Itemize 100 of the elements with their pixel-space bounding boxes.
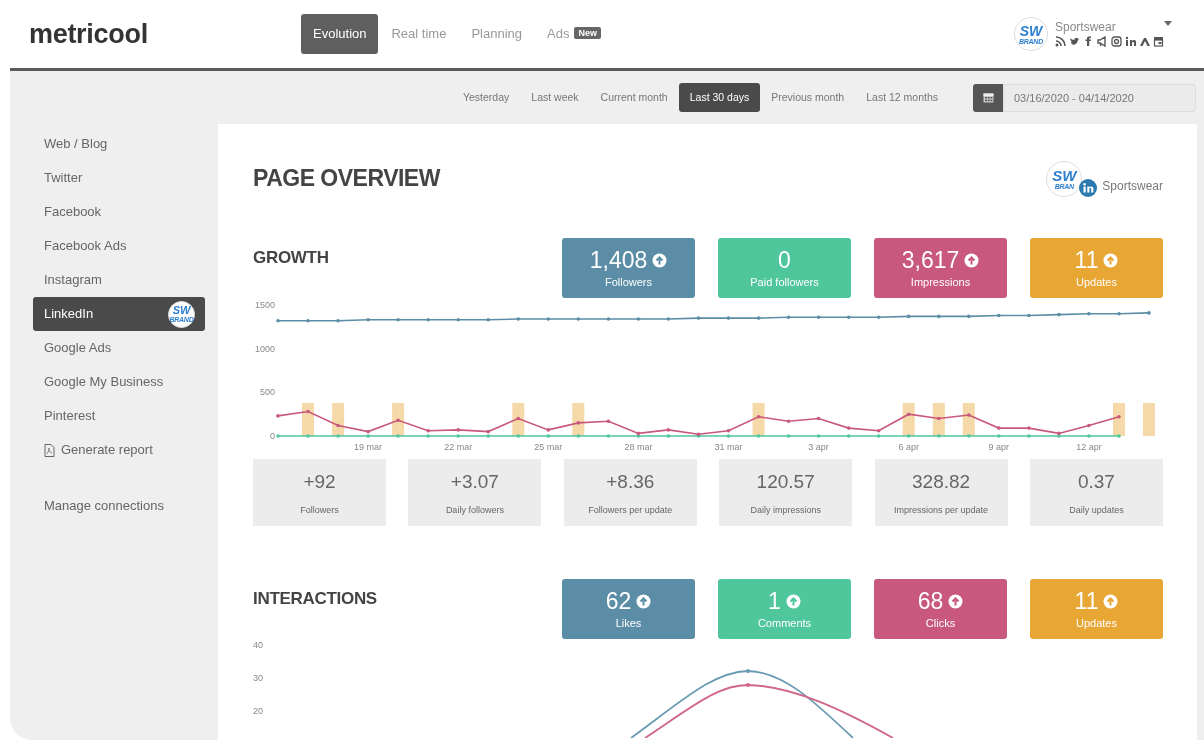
point: [726, 316, 731, 320]
metric-label: Daily impressions: [750, 504, 821, 517]
caret-icon[interactable]: [1164, 21, 1172, 26]
axis-label: 1000: [254, 343, 275, 354]
period-tab[interactable]: Last week: [520, 82, 590, 113]
point: [1117, 434, 1121, 438]
point: [997, 434, 1001, 438]
nav-tab[interactable]: Evolution: [301, 14, 379, 54]
calendar-icon: [982, 92, 994, 103]
point: [336, 423, 340, 428]
logo[interactable]: metricool: [29, 13, 301, 55]
point: [997, 426, 1001, 430]
point: [456, 428, 460, 432]
nav-tab[interactable]: Planning: [459, 14, 534, 54]
point: [546, 434, 551, 438]
point: [906, 412, 911, 416]
point: [306, 318, 310, 323]
axis-label: 20: [253, 706, 263, 716]
point: [906, 434, 911, 438]
nav-tab[interactable]: Real time: [379, 14, 459, 54]
generate-report-link[interactable]: Generate report: [10, 433, 218, 467]
point: [1087, 311, 1091, 316]
date-range-field[interactable]: 03/16/2020 - 04/14/2020: [1003, 83, 1196, 112]
point: [486, 318, 490, 322]
sidebar-item[interactable]: Facebook: [10, 195, 218, 229]
period-tab[interactable]: Yesterday: [452, 82, 521, 113]
point: [1027, 426, 1031, 430]
peak-icon: [1139, 36, 1150, 47]
point: [967, 434, 971, 438]
point: [696, 316, 701, 320]
axis-label: 6 apr: [898, 442, 919, 452]
metric-value: 328.82: [912, 469, 971, 494]
stat-value: 11: [1074, 248, 1099, 272]
sidebar-item[interactable]: Web / Blog: [10, 127, 218, 161]
point: [516, 317, 521, 321]
axis-label: 25 mar: [534, 442, 563, 452]
point: [396, 318, 400, 322]
stat-label: Updates: [1076, 617, 1117, 629]
period-tab[interactable]: Last 12 months: [855, 82, 949, 113]
stat-value: 11: [1074, 589, 1099, 613]
stat-label: Impressions: [910, 276, 971, 288]
point: [666, 434, 671, 438]
point: [336, 318, 340, 323]
sidebar-item[interactable]: Twitter: [10, 161, 218, 195]
axis-label: 3 apr: [808, 442, 829, 452]
axis-label: 0: [270, 431, 275, 441]
period-tab[interactable]: Current month: [589, 82, 679, 113]
point: [937, 314, 941, 319]
manage-connections-link[interactable]: Manage connections: [10, 489, 218, 523]
sidebar-item[interactable]: Pinterest: [10, 399, 218, 433]
point: [426, 318, 430, 322]
camera-icon: [1111, 36, 1122, 47]
period-tab[interactable]: Previous month: [760, 82, 856, 113]
network-badge-icon: [1079, 179, 1098, 197]
point: [666, 428, 671, 432]
point: [666, 317, 671, 321]
point: [816, 315, 821, 319]
point: [756, 434, 761, 438]
point: [786, 419, 791, 423]
sidebar-item[interactable]: Instagram: [10, 263, 218, 297]
axis-label: 19 mar: [354, 442, 383, 452]
metric-value: +8.36: [606, 469, 655, 494]
calendar-button[interactable]: [973, 83, 1003, 112]
point: [276, 434, 280, 438]
sidebar-item[interactable]: Google My Business: [10, 365, 218, 399]
point: [516, 434, 521, 438]
point: [1117, 415, 1121, 419]
axis-label: 30: [253, 673, 263, 683]
point: [456, 318, 460, 322]
sidebar-item[interactable]: Facebook Ads: [10, 229, 218, 263]
sidebar-item[interactable]: Google Ads: [10, 331, 218, 365]
point: [606, 317, 611, 321]
point: [967, 413, 971, 417]
point: [1027, 434, 1031, 438]
axis-label: 40: [253, 640, 263, 650]
stat-value: 3,617: [901, 248, 960, 272]
point: [516, 416, 521, 421]
metric-label: Daily followers: [445, 504, 504, 517]
in-logo-icon: [1125, 36, 1136, 47]
point: [816, 434, 821, 438]
point: [606, 434, 611, 438]
page-title: PAGE OVERVIEW: [253, 165, 440, 193]
point: [1087, 423, 1091, 428]
axis-label: 22 mar: [444, 442, 473, 452]
stat-value: 0: [778, 248, 791, 272]
point: [846, 315, 851, 319]
period-tab[interactable]: Last 30 days: [678, 82, 761, 113]
point: [546, 428, 551, 432]
metric-label: Daily updates: [1069, 504, 1124, 517]
point: [636, 317, 641, 321]
axis-label: 12 apr: [1076, 442, 1102, 452]
metric-value: +3.07: [450, 469, 499, 494]
point: [576, 317, 581, 321]
stat-label: Likes: [615, 617, 642, 629]
nav-tab[interactable]: Ads $^{New}$: [535, 14, 613, 54]
metric-label: Followers per update: [588, 504, 673, 517]
new-badge: New: [574, 27, 601, 40]
stat-label: Updates: [1076, 276, 1117, 288]
point: [306, 409, 310, 414]
section-heading: INTERACTIONS: [253, 589, 378, 610]
